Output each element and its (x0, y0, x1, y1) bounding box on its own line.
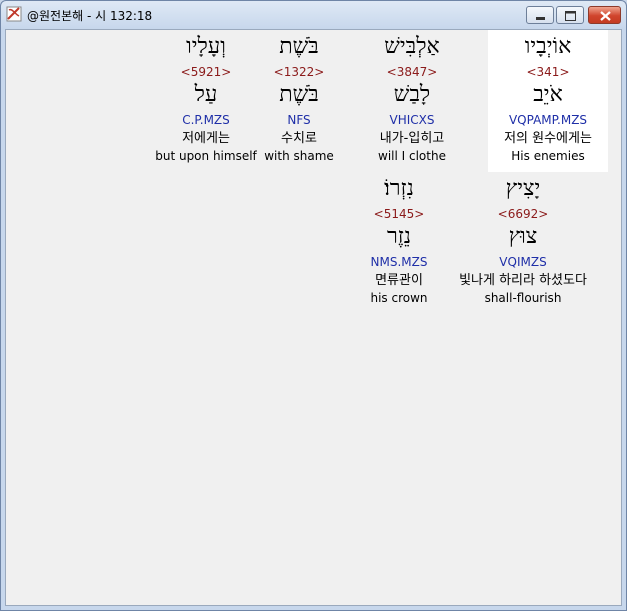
strong-number[interactable]: <5145> (339, 207, 459, 221)
english-gloss: his crown (370, 291, 428, 305)
morphology-code[interactable]: VQIMZS (463, 255, 583, 269)
close-button[interactable] (588, 6, 621, 24)
word-cell[interactable]: וְעָלָיו <5921> עַל C.P.MZS 저에게는 but upo… (146, 30, 266, 172)
hebrew-word: אַלְבִּישׁ (384, 34, 440, 59)
morphology-code[interactable]: VHICXS (352, 113, 472, 127)
hebrew-word: נִזְרוֹ׃ (384, 176, 414, 201)
app-window: @원전본해 - 시 132:18 אוֹיְבָיו <341> אֹיֵב V… (0, 0, 627, 611)
hebrew-lemma: אֹיֵב (533, 82, 563, 107)
english-gloss: but upon himself (155, 149, 257, 163)
morphology-code[interactable]: NMS.MZS (339, 255, 459, 269)
hebrew-lemma: צוּץ (508, 224, 538, 249)
strong-number[interactable]: <341> (488, 65, 608, 79)
morphology-code[interactable]: C.P.MZS (146, 113, 266, 127)
strong-number[interactable]: <5921> (146, 65, 266, 79)
hebrew-word: וְעָלָיו (186, 34, 226, 59)
hebrew-lemma: לָבַשׁ (393, 82, 431, 107)
hebrew-lemma: נֵזֶר (386, 224, 412, 249)
word-cell[interactable]: אוֹיְבָיו <341> אֹיֵב VQPAMP.MZS 저의 원수에게… (488, 30, 608, 172)
word-cell[interactable]: נִזְרוֹ׃ <5145> נֵזֶר NMS.MZS 면류관이 his c… (339, 172, 459, 314)
korean-gloss: 면류관이 (375, 273, 423, 288)
hebrew-word: יָצִיץ (505, 176, 541, 201)
app-logo-icon (6, 6, 22, 22)
strong-number[interactable]: <3847> (352, 65, 472, 79)
morphology-code[interactable]: VQPAMP.MZS (488, 113, 608, 127)
hebrew-lemma: עַל (194, 82, 218, 107)
minimize-button[interactable] (526, 6, 554, 24)
window-title: @원전본해 - 시 132:18 (27, 9, 153, 23)
strong-number[interactable]: <6692> (463, 207, 583, 221)
word-cell[interactable]: יָצִיץ <6692> צוּץ VQIMZS 빛나게 하리라 하셨도다 s… (459, 172, 587, 314)
hebrew-word: אוֹיְבָיו (524, 34, 572, 59)
title-bar[interactable]: @원전본해 - 시 132:18 (1, 1, 626, 29)
maximize-button[interactable] (556, 6, 584, 24)
korean-gloss: 저에게는 (182, 131, 230, 146)
interlinear-panel: אוֹיְבָיו <341> אֹיֵב VQPAMP.MZS 저의 원수에게… (5, 29, 622, 606)
